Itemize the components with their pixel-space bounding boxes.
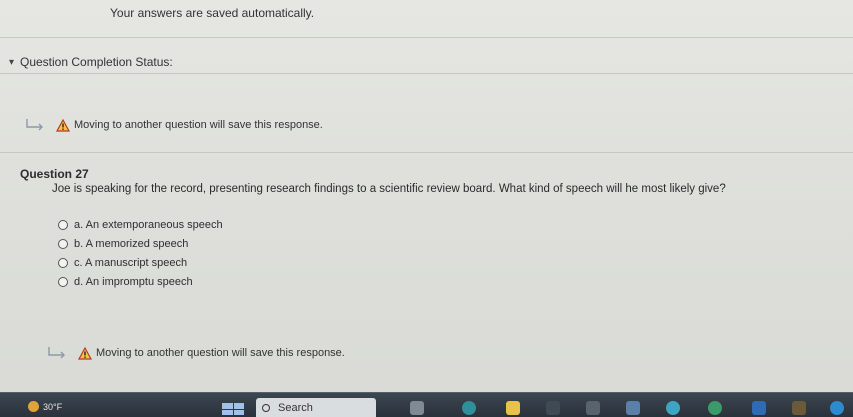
answer-label: d. An impromptu speech: [74, 275, 193, 288]
answer-option-a[interactable]: a. An extemporaneous speech: [58, 215, 223, 234]
weather-widget[interactable]: 30°F: [28, 401, 62, 412]
store-icon[interactable]: [546, 401, 560, 415]
save-warning-bottom: Moving to another question will save thi…: [46, 346, 345, 360]
cortana-icon[interactable]: [830, 401, 844, 415]
task-view-icon[interactable]: [410, 401, 424, 415]
search-icon: [262, 404, 270, 412]
lockdown-browser-icon[interactable]: [752, 401, 766, 415]
app-icon[interactable]: [586, 401, 600, 415]
file-explorer-icon[interactable]: [506, 401, 520, 415]
chrome-icon[interactable]: [666, 401, 680, 415]
taskbar-search[interactable]: Search: [256, 398, 376, 417]
answer-options: a. An extemporaneous speech b. A memoriz…: [58, 215, 223, 291]
radio-button[interactable]: [58, 276, 68, 287]
answer-label: a. An extemporaneous speech: [74, 218, 223, 231]
answer-option-b[interactable]: b. A memorized speech: [58, 234, 223, 253]
answer-label: c. A manuscript speech: [74, 256, 188, 269]
question-header: Question 27: [0, 152, 853, 182]
radio-button[interactable]: [58, 257, 68, 268]
top-bar: Your answers are saved automatically.: [0, 0, 853, 38]
answer-option-d[interactable]: d. An impromptu speech: [58, 272, 223, 291]
weather-icon: [28, 401, 39, 412]
warning-icon: [78, 346, 92, 360]
save-warning-text: Moving to another question will save thi…: [96, 347, 345, 359]
question-text: Joe is speaking for the record, presenti…: [52, 183, 726, 195]
question-title: Question 27: [20, 167, 89, 181]
question-completion-status[interactable]: ▾ Question Completion Status:: [0, 38, 853, 74]
calculator-icon[interactable]: [792, 401, 806, 415]
edge-browser-icon[interactable]: [462, 401, 476, 415]
return-arrow-icon: [46, 346, 68, 360]
mail-icon[interactable]: [626, 401, 640, 415]
search-placeholder: Search: [278, 402, 313, 414]
collapse-chevron-icon[interactable]: ▾: [9, 57, 14, 68]
completion-status-label: Question Completion Status:: [20, 55, 173, 69]
save-warning-top: Moving to another question will save thi…: [24, 118, 323, 132]
warning-icon: [56, 118, 70, 132]
answer-label: b. A memorized speech: [74, 237, 189, 250]
answer-option-c[interactable]: c. A manuscript speech: [58, 253, 223, 272]
save-warning-text: Moving to another question will save thi…: [74, 119, 323, 131]
start-windows-icon[interactable]: [222, 403, 244, 415]
return-arrow-icon: [24, 118, 46, 132]
windows-taskbar: 30°F Search: [0, 392, 853, 417]
radio-button[interactable]: [58, 219, 68, 230]
app-icon-2[interactable]: [708, 401, 722, 415]
radio-button[interactable]: [58, 238, 68, 249]
autosave-message: Your answers are saved automatically.: [110, 6, 315, 20]
weather-temperature: 30°F: [43, 401, 63, 412]
